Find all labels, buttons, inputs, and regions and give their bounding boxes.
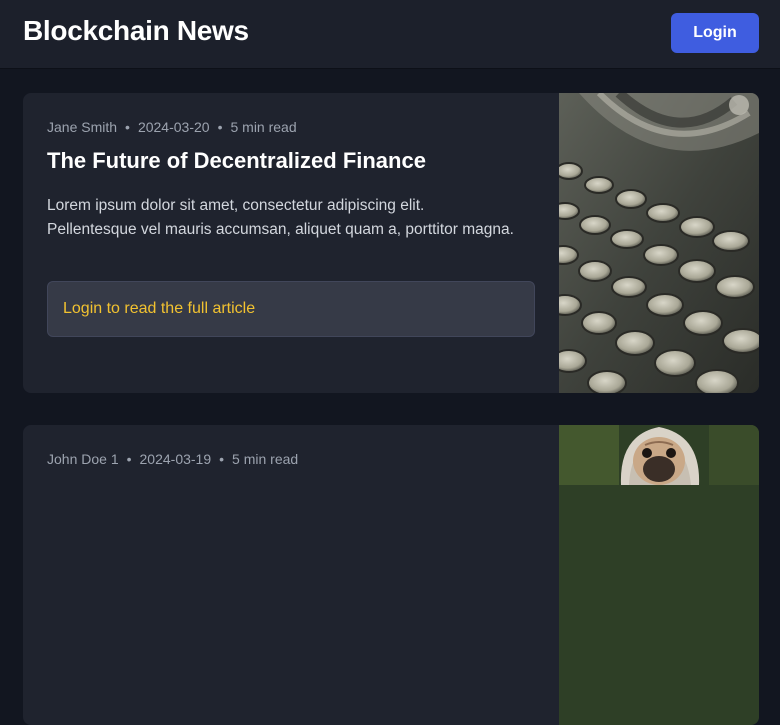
site-header: Blockchain News Login	[0, 0, 780, 68]
article-title[interactable]: The Future of Decentralized Finance	[47, 148, 426, 174]
article-card[interactable]: John Doe 1 • 2024-03-19 • 5 min read	[23, 425, 759, 725]
login-button[interactable]: Login	[671, 13, 759, 53]
pug-image[interactable]	[559, 425, 759, 725]
typewriter-image[interactable]	[559, 93, 759, 393]
separator-dot: •	[219, 451, 225, 467]
author-name: Jane Smith	[47, 119, 118, 135]
read-time: 5 min read	[232, 451, 299, 467]
pug-photo-icon	[559, 425, 759, 725]
separator-dot: •	[217, 119, 223, 135]
read-time: 5 min read	[230, 119, 297, 135]
author-name: John Doe 1	[47, 451, 119, 467]
separator-dot: •	[125, 119, 130, 135]
article-meta: Jane Smith • 2024-03-20 • 5 min read	[47, 119, 297, 135]
separator-dot: •	[126, 451, 132, 467]
login-gate-box: Login to read the full article	[47, 281, 535, 337]
typewriter-photo-icon	[559, 93, 759, 393]
site-title: Blockchain News	[23, 15, 249, 46]
login-to-read-link[interactable]: Login to read the full article	[63, 300, 255, 318]
publish-date: 2024-03-19	[139, 451, 212, 467]
article-card[interactable]: Jane Smith • 2024-03-20 • 5 min read The Fut…	[23, 93, 759, 393]
article-meta: John Doe 1 • 2024-03-19 • 5 min read	[47, 451, 298, 467]
publish-date: 2024-03-20	[137, 119, 210, 135]
article-excerpt: Lorem ipsum dolor sit amet, consectetur …	[47, 197, 514, 238]
